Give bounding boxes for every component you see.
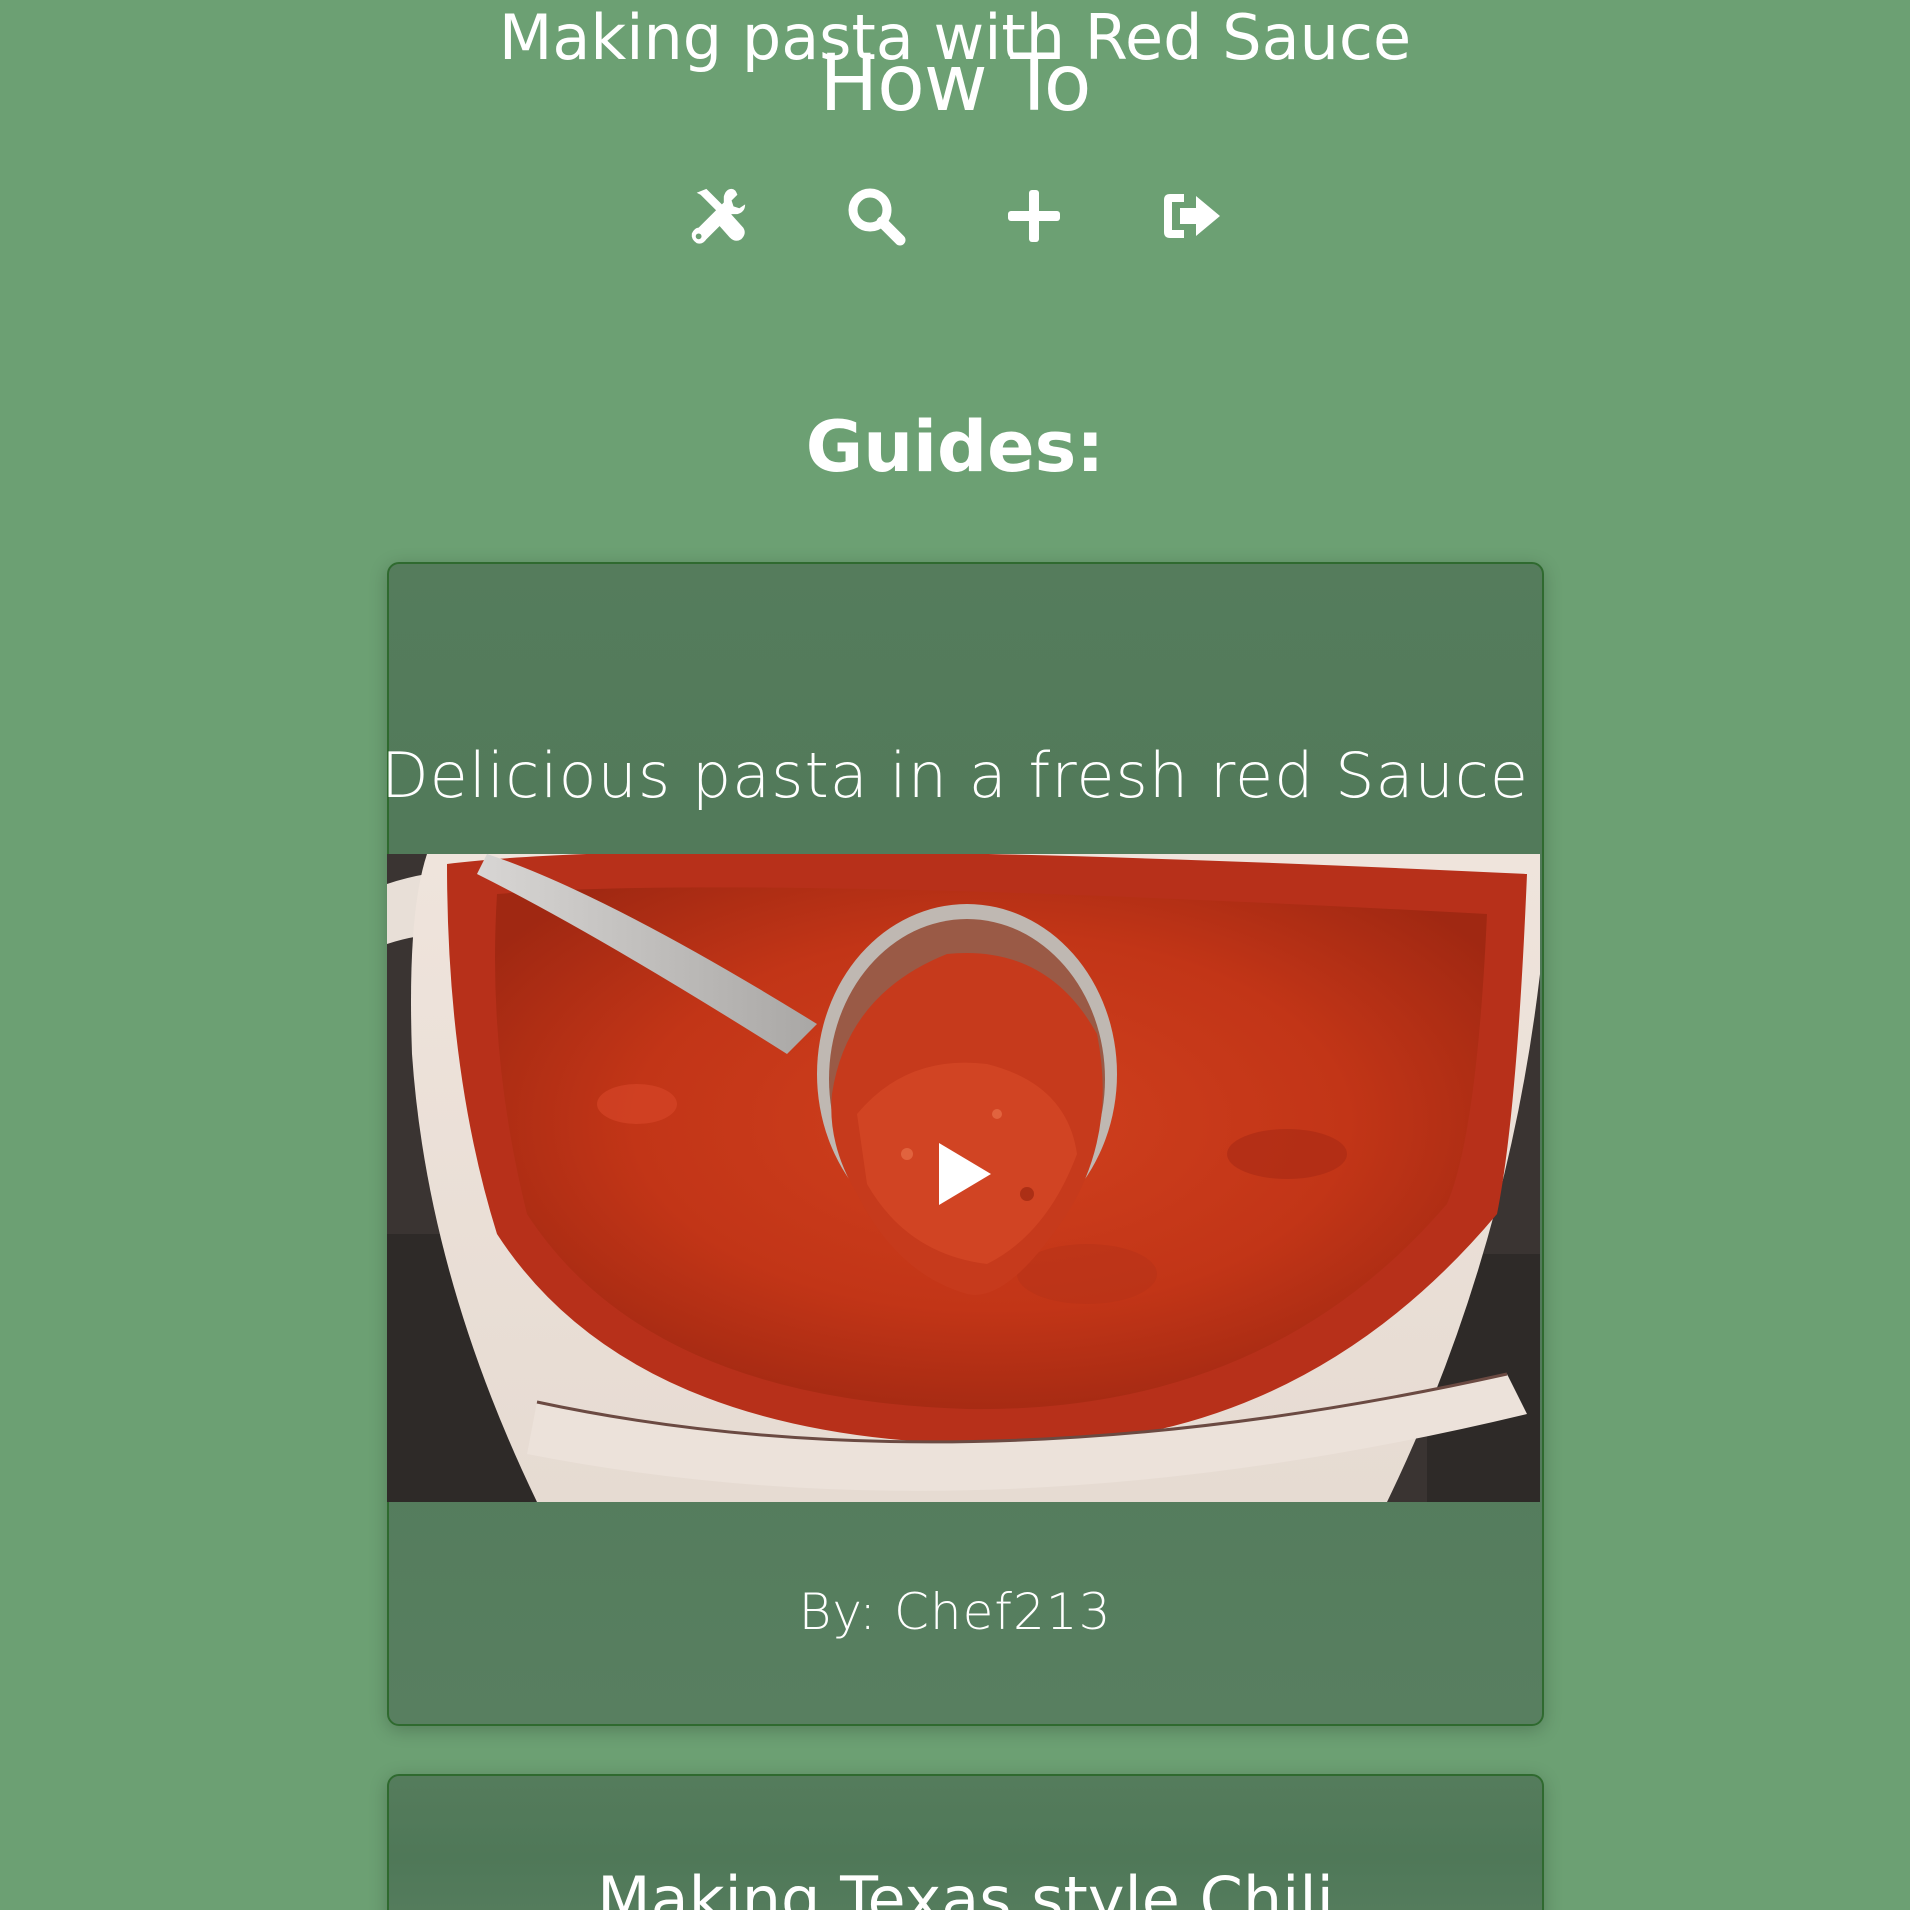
nav-search-button[interactable] (844, 180, 908, 252)
main-nav (0, 180, 1910, 252)
tools-icon (691, 188, 746, 244)
nav-add-button[interactable] (1002, 180, 1066, 252)
guide-card[interactable]: Making Texas style Chili (387, 1774, 1544, 1910)
guide-author: By: Chef213 (798, 1583, 1112, 1641)
page: How To Guides: Making pasta with Red Sau… (0, 0, 1910, 1910)
search-icon (848, 188, 906, 246)
guide-title: Making pasta with Red Sauce (498, 1, 1412, 74)
guide-video[interactable] (387, 854, 1540, 1502)
play-icon[interactable] (933, 1139, 997, 1209)
guide-title: Making Texas style Chili (597, 1863, 1334, 1910)
plus-icon (1008, 190, 1060, 242)
nav-tools-button[interactable] (686, 180, 750, 252)
guide-description: Delicious pasta in a fresh red Sauce (380, 739, 1530, 812)
guides-heading: Guides: (805, 406, 1105, 488)
nav-logout-button[interactable] (1160, 180, 1224, 252)
logout-icon (1164, 194, 1220, 238)
